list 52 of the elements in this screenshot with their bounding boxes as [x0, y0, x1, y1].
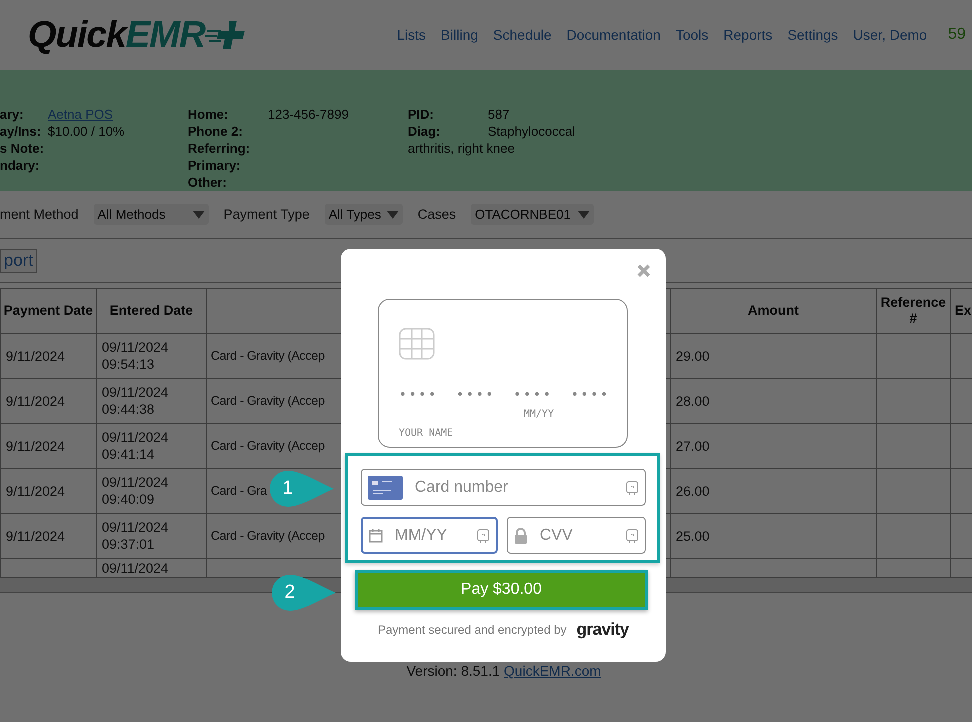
- table-cell: 29.00: [670, 334, 876, 378]
- card-number-dots: ••••: [570, 388, 610, 403]
- card-number-dots: ••••: [399, 388, 438, 403]
- field-value: Staphylococcal: [488, 124, 576, 139]
- field-value: 123-456-7899: [268, 107, 349, 122]
- version-text: Version: 8.51.1 QuickEMR.com: [406, 663, 602, 679]
- field-label: Phone 2:: [188, 123, 244, 140]
- field-value: arthritis, right knee: [408, 141, 515, 156]
- field-label: Home:: [188, 106, 230, 123]
- field-label: s Note:: [0, 140, 46, 157]
- field-label: ndary:: [0, 157, 41, 174]
- quickemr-logo: QuickEMR: [28, 14, 252, 56]
- table-cell: 09/11/2024 09:40:09: [96, 468, 206, 514]
- field-value: $10.00 / 10%: [48, 124, 125, 139]
- table-cell: 09/11/2024 09:37:01: [96, 514, 206, 558]
- gravity-logo: gravity: [576, 620, 630, 640]
- filter-label: Cases: [418, 207, 456, 222]
- security-note: Payment secured and encrypted by: [378, 623, 567, 637]
- field-value: 587: [488, 107, 510, 122]
- table-cell: 28.00: [670, 378, 876, 424]
- table-cell: 9/11/2024: [0, 378, 96, 424]
- field-label: Primary:: [188, 157, 242, 174]
- callout-badge: 1: [268, 470, 334, 508]
- table-cell: 27.00: [670, 424, 876, 468]
- field-label: ary:: [0, 106, 25, 123]
- table-cell: 09/11/2024 09:44:38: [96, 378, 206, 424]
- table-cell: 9/11/2024: [0, 514, 96, 558]
- table-cell: 9/11/2024: [0, 468, 96, 514]
- filter-label: ment Method: [0, 207, 79, 222]
- table-cell: 25.00: [670, 514, 876, 558]
- card-number-dots: ••••: [456, 388, 496, 403]
- column-header: Entered Date: [96, 288, 206, 334]
- table-cell: 9/11/2024: [0, 334, 96, 378]
- column-header: Amount: [670, 288, 876, 334]
- filter-label: Payment Type: [224, 207, 310, 222]
- column-header: Ex: [950, 288, 972, 334]
- table-cell: 09/11/2024 09:41:14: [96, 424, 206, 468]
- callout-badge: 2: [270, 574, 336, 612]
- field-label: ay/Ins:: [0, 123, 42, 140]
- field-label: PID:: [408, 106, 435, 123]
- field-label: Diag:: [408, 123, 442, 140]
- field-label: Referring:: [188, 140, 252, 157]
- column-header: Payment Date: [0, 288, 96, 334]
- counter: 59: [948, 26, 966, 44]
- card-expiry: MM/YY: [524, 409, 556, 420]
- card-holder-name: YOUR NAME: [399, 428, 454, 439]
- field-label: Other:: [188, 174, 228, 191]
- card-number-dots: ••••: [514, 388, 553, 403]
- table-cell: 26.00: [670, 468, 876, 514]
- table-cell: 09/11/2024 09:54:13: [96, 334, 206, 378]
- table-cell: 9/11/2024: [0, 424, 96, 468]
- column-header: Reference #: [876, 288, 950, 334]
